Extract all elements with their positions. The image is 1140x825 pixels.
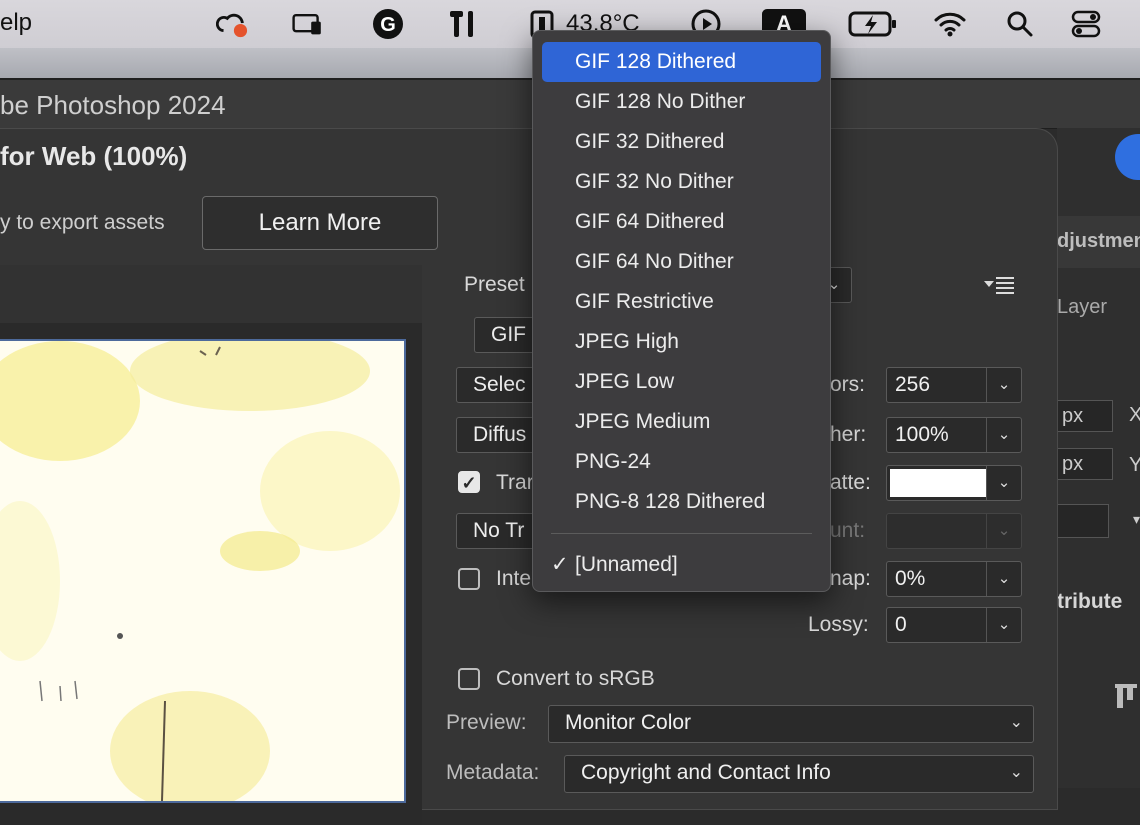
menu-item-jpeg-medium[interactable]: JPEG Medium — [542, 402, 821, 442]
interlaced-checkbox[interactable] — [458, 568, 480, 590]
panel-menu-icon[interactable] — [984, 277, 1016, 294]
grammarly-icon[interactable]: G — [372, 8, 404, 40]
export-assets-text: y to export assets — [0, 211, 165, 234]
chevron-down-icon: ⌄ — [1009, 714, 1023, 731]
dither-algorithm-dropdown[interactable]: Diffus — [456, 417, 544, 453]
transparency-checkbox[interactable]: ✓ — [458, 471, 480, 493]
menu-item-jpeg-low[interactable]: JPEG Low — [542, 362, 821, 402]
dither-label: her: — [830, 423, 867, 446]
chevron-down-icon[interactable]: ⌄ — [986, 368, 1021, 402]
matte-label: atte: — [830, 471, 871, 494]
wifi-icon[interactable] — [934, 8, 966, 40]
preview-dropdown[interactable]: Monitor Color ⌄ — [548, 705, 1034, 743]
adjustments-tab[interactable]: djustmen — [1057, 230, 1140, 253]
metadata-dropdown[interactable]: Copyright and Contact Info ⌄ — [564, 755, 1034, 793]
spotlight-search-icon[interactable] — [1004, 8, 1036, 40]
menu-item-gif-128-dithered[interactable]: GIF 128 Dithered — [542, 42, 821, 82]
metadata-label: Metadata: — [446, 761, 540, 784]
control-center-icon[interactable] — [1070, 8, 1102, 40]
web-snap-value: 0% — [895, 567, 926, 590]
tools-icon[interactable] — [448, 8, 480, 40]
x-position-field[interactable]: px — [1057, 400, 1113, 432]
preview-value: Monitor Color — [565, 711, 692, 734]
amount-label: unt: — [830, 519, 866, 542]
colors-field[interactable]: 256 ⌄ — [886, 367, 1022, 403]
menu-separator — [551, 533, 812, 534]
web-snap-label: nap: — [830, 567, 871, 590]
preset-label: Preset — [464, 273, 525, 296]
preview-label: Preview: — [446, 711, 527, 734]
adjustments-header: djustmen — [1057, 216, 1140, 268]
matte-field[interactable]: ⌄ — [886, 465, 1022, 501]
dialog-title: for Web (100%) — [0, 141, 188, 171]
menu-item-gif-64-no-dither[interactable]: GIF 64 No Dither — [542, 242, 821, 282]
menu-item-png-24[interactable]: PNG-24 — [542, 442, 821, 482]
chevron-down-icon: ⌄ — [986, 514, 1021, 548]
menu-item-gif-restrictive[interactable]: GIF Restrictive — [542, 282, 821, 322]
menu-item-gif-128-no-dither[interactable]: GIF 128 No Dither — [542, 82, 821, 122]
transparency-label: Trar — [496, 471, 534, 494]
save-for-web-dialog: for Web (100%) y to export assets Learn … — [0, 128, 1058, 825]
checkmark-icon: ✓ — [551, 553, 569, 576]
color-reduction-dropdown[interactable]: Selec — [456, 367, 544, 403]
creative-cloud-icon[interactable] — [216, 8, 248, 40]
chevron-down-icon: ⌄ — [1009, 764, 1023, 781]
attribute-label: tribute — [1057, 590, 1123, 613]
transparency-dither-dropdown[interactable]: No Tr — [456, 513, 544, 549]
menu-item-gif-32-no-dither[interactable]: GIF 32 No Dither — [542, 162, 821, 202]
learn-more-button[interactable]: Learn More — [202, 196, 438, 250]
dither-field[interactable]: 100% ⌄ — [886, 417, 1022, 453]
y-unit: px — [1062, 453, 1084, 475]
chevron-down-icon[interactable]: ⌄ — [986, 562, 1021, 596]
lossy-field[interactable]: 0 ⌄ — [886, 607, 1022, 643]
menu-item-gif-32-dithered[interactable]: GIF 32 Dithered — [542, 122, 821, 162]
colors-value: 256 — [895, 373, 931, 396]
lossy-value: 0 — [895, 613, 907, 636]
interlaced-label: Inte — [496, 567, 532, 590]
menu-item-png-8-128-dithered[interactable]: PNG-8 128 Dithered — [542, 482, 821, 522]
dither-value: 100% — [895, 423, 949, 446]
chevron-down-icon[interactable]: ⌄ — [986, 418, 1021, 452]
svg-text:G: G — [380, 14, 396, 36]
chevron-down-icon: ▾ — [1132, 511, 1140, 527]
colors-label: ors: — [830, 373, 866, 396]
y-label: Y — [1129, 454, 1140, 476]
menu-item-gif-64-dithered[interactable]: GIF 64 Dithered — [542, 202, 821, 242]
metadata-value: Copyright and Contact Info — [581, 761, 831, 784]
menu-item-jpeg-high[interactable]: JPEG High — [542, 322, 821, 362]
app-title: be Photoshop 2024 — [0, 90, 226, 120]
image-preview[interactable] — [0, 339, 406, 803]
preview-tabs — [0, 265, 422, 323]
convert-srgb-checkbox[interactable] — [458, 668, 480, 690]
cleaner-icon[interactable] — [292, 8, 324, 40]
chevron-down-icon[interactable]: ⌄ — [986, 608, 1021, 642]
chevron-down-icon[interactable]: ⌄ — [986, 466, 1021, 500]
battery-icon[interactable] — [848, 8, 898, 40]
right-dropdown[interactable]: ▾ — [1057, 504, 1140, 538]
menu-help[interactable]: elp — [0, 9, 32, 37]
right-side-panel: djustmen Layer px X px Y ▾ tribute — [1057, 128, 1140, 788]
convert-srgb-label: Convert to sRGB — [496, 667, 655, 690]
layer-label: Layer — [1057, 296, 1108, 318]
matte-swatch[interactable] — [890, 469, 986, 497]
menu-item-unnamed[interactable]: ✓ [Unnamed] — [542, 545, 821, 585]
preset-menu: GIF 128 Dithered GIF 128 No Dither GIF 3… — [532, 30, 831, 592]
x-unit: px — [1062, 405, 1084, 427]
amount-field: ⌄ — [886, 513, 1022, 549]
x-label: X — [1129, 404, 1140, 426]
y-position-field[interactable]: px — [1057, 448, 1113, 480]
lossy-label: Lossy: — [808, 613, 869, 636]
web-snap-field[interactable]: 0% ⌄ — [886, 561, 1022, 597]
align-icon[interactable] — [1115, 684, 1137, 710]
menu-item-unnamed-label: [Unnamed] — [575, 553, 678, 576]
